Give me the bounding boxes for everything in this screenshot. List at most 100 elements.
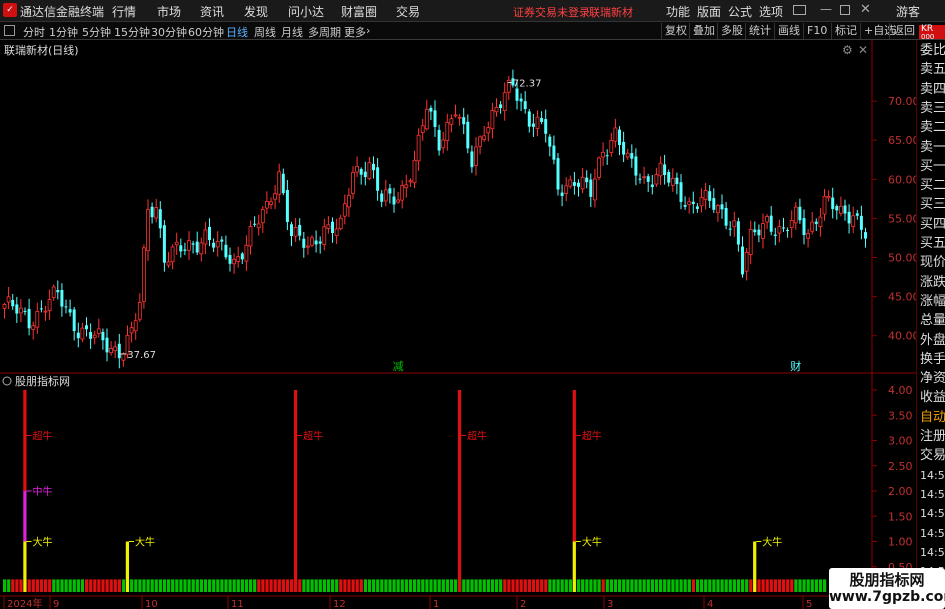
grid-icon[interactable] <box>4 25 15 36</box>
menu-item-market[interactable]: 市场 <box>157 3 181 20</box>
candle-body <box>556 158 560 190</box>
close-icon[interactable]: ✕ <box>860 2 871 17</box>
candle-body <box>158 209 162 229</box>
menu-item-wealth[interactable]: 财富圈 <box>341 3 377 20</box>
base-bar <box>818 579 823 592</box>
login-notice[interactable]: 证券交易未登录 <box>513 4 590 20</box>
base-bar <box>199 579 203 592</box>
panel-close-icon[interactable]: ✕ <box>858 43 868 57</box>
minimize-icon[interactable]: — <box>820 2 832 16</box>
base-bar <box>646 579 650 592</box>
candle-body <box>585 177 589 183</box>
candle-body <box>351 171 355 194</box>
candle-body <box>6 296 11 303</box>
chart-area[interactable]: 联瑞新材(日线) ⚙ ✕ 40.00 45.00 50.00 55.00 60.00 65… <box>0 40 916 609</box>
user-label[interactable]: 游客 <box>896 3 920 20</box>
signal-label: 超牛 <box>33 429 53 442</box>
menu-item-news[interactable]: 资讯 <box>200 3 224 20</box>
menu-item-trade[interactable]: 交易 <box>396 3 420 20</box>
multi-stock-button[interactable]: 多股 <box>717 23 746 39</box>
tab-5min[interactable]: 5分钟 <box>82 24 111 40</box>
tab-60min[interactable]: 60分钟 <box>188 24 224 40</box>
base-bar <box>437 579 441 592</box>
signal-label: 大牛 <box>582 536 602 549</box>
candle-body <box>68 309 72 313</box>
candle-body <box>650 184 654 188</box>
settings-gear-icon[interactable]: ⚙ <box>842 43 853 57</box>
candle-body <box>396 199 401 203</box>
event-marker[interactable]: 财 <box>790 359 801 373</box>
menu-item-quotes[interactable]: 行情 <box>112 3 136 20</box>
adjust-button[interactable]: 复权 <box>661 23 690 39</box>
tab-multi-period[interactable]: 多周期 <box>308 24 341 40</box>
mark-button[interactable]: 标记 <box>831 23 860 39</box>
tab-daily[interactable]: 日线 <box>226 24 248 40</box>
base-bar <box>523 579 527 592</box>
base-bar <box>27 579 31 592</box>
base-bar <box>429 579 433 592</box>
tab-monthly[interactable]: 月线 <box>281 24 303 40</box>
menu-item-formula[interactable]: 公式 <box>728 3 752 20</box>
candle-body <box>474 146 478 166</box>
candle-body <box>786 230 790 232</box>
side-label: 14:56 <box>920 545 945 559</box>
base-bar <box>15 579 19 592</box>
collapse-icon[interactable] <box>2 376 12 386</box>
base-bar <box>421 579 425 592</box>
stock-link[interactable]: 联瑞新材 <box>589 4 633 20</box>
candle-body <box>331 221 334 234</box>
menu-item-discover[interactable]: 发现 <box>244 3 268 20</box>
overlay-button[interactable]: 叠加 <box>689 23 718 39</box>
mail-icon[interactable] <box>793 5 806 15</box>
price-tick-label: 65.00 <box>888 134 916 147</box>
candle-body <box>437 129 441 151</box>
tab-weekly[interactable]: 周线 <box>254 24 276 40</box>
candle-body <box>741 246 744 275</box>
tab-1min[interactable]: 1分钟 <box>49 24 78 40</box>
menu-item-ask[interactable]: 问小达 <box>288 3 324 20</box>
candle-body <box>314 240 318 245</box>
base-bar <box>417 579 421 592</box>
indicator-axis: 0.501.001.502.002.503.003.504.00 <box>872 384 913 574</box>
tab-30min[interactable]: 30分钟 <box>151 24 187 40</box>
base-bar <box>203 579 208 592</box>
back-button[interactable]: 返回 <box>889 23 918 39</box>
base-bar <box>700 579 704 592</box>
candle-body <box>244 244 249 262</box>
base-bar <box>511 579 515 592</box>
candle-body <box>568 179 573 187</box>
candle-body <box>302 238 306 248</box>
tab-15min[interactable]: 15分钟 <box>114 24 150 40</box>
base-bar <box>89 579 93 592</box>
candle-body <box>535 116 540 129</box>
tab-more[interactable]: 更多 <box>344 24 366 40</box>
base-bar <box>470 579 474 592</box>
candle-body <box>449 118 454 125</box>
event-marker[interactable]: 减 <box>393 360 404 373</box>
candle-body <box>305 245 310 248</box>
chevron-right-icon[interactable]: › <box>366 24 370 37</box>
menu-item-function[interactable]: 功能 <box>666 3 690 20</box>
maximize-icon[interactable] <box>840 5 850 15</box>
statistics-button[interactable]: 统计 <box>745 23 774 39</box>
menu-item-layout[interactable]: 版面 <box>697 3 721 20</box>
candle-body <box>338 217 343 230</box>
draw-line-button[interactable]: 画线 <box>774 23 803 39</box>
candle-body <box>638 178 642 180</box>
candle-body <box>679 182 683 202</box>
base-bar <box>527 579 531 592</box>
tab-intraday[interactable]: 分时 <box>23 24 45 40</box>
candle-body <box>101 331 105 341</box>
base-bar <box>298 579 302 592</box>
candle-body <box>170 246 175 263</box>
candle-body <box>154 207 159 219</box>
menu-item-options[interactable]: 选项 <box>759 3 783 20</box>
time-tick-label: 5 <box>806 599 812 609</box>
candle-body <box>322 226 327 245</box>
f10-button[interactable]: F10 <box>803 23 830 39</box>
base-bar <box>499 579 503 592</box>
base-bar <box>585 579 589 592</box>
candle-body <box>839 205 843 214</box>
candle-body <box>424 108 429 130</box>
candle-body <box>691 201 695 205</box>
